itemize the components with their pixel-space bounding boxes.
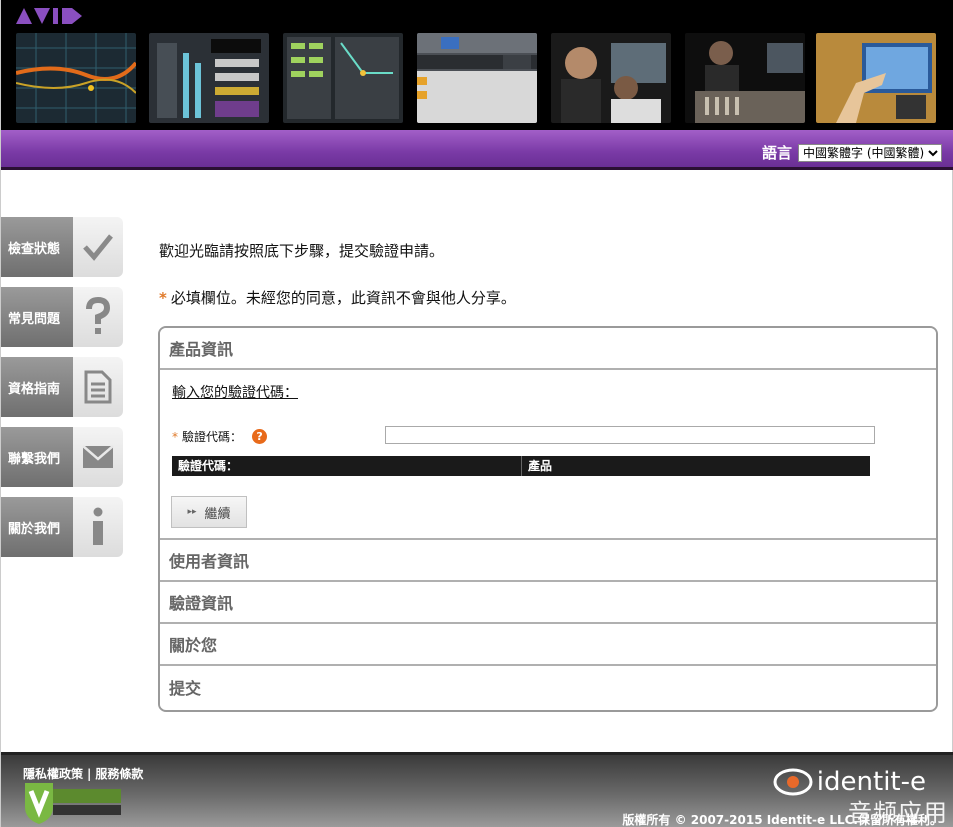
sidebar-item-eligibility-guide[interactable]: 資格指南 [1, 357, 123, 417]
section-verification-info[interactable]: 驗證資訊 [160, 582, 936, 624]
sidebar-item-label: 常見問題 [1, 287, 73, 347]
code-label-text: 驗證代碼： [182, 430, 243, 444]
verasafe-badge[interactable] [23, 781, 123, 825]
envelope-icon [73, 427, 123, 487]
intro-text: 歡迎光臨請按照底下步驟，提交驗證申請。 [159, 242, 445, 260]
terms-of-service-link[interactable]: 服務條款 [95, 767, 143, 781]
sidebar-item-label: 檢查狀態 [1, 217, 73, 277]
sidebar-item-label: 聯繫我們 [1, 427, 73, 487]
page: 語言 中國繁體字 (中國繁體) 檢查狀態 常見問題 資格指南 聯繫我們 關於我們… [0, 0, 953, 827]
table-header-product: 產品 [528, 459, 553, 473]
info-icon [73, 497, 123, 557]
header-banner [1, 0, 953, 130]
required-asterisk: * [172, 429, 178, 444]
footer-links: 隱私權政策 | 服務條款 [23, 765, 143, 782]
language-selector: 語言 中國繁體字 (中國繁體) [762, 142, 942, 163]
eye-icon [773, 768, 813, 796]
banner-image-mixer [149, 33, 269, 123]
banner-image-people [551, 33, 671, 123]
checkmark-icon [73, 217, 123, 277]
privacy-policy-link[interactable]: 隱私權政策 [23, 767, 83, 781]
banner-image-plugins [283, 33, 403, 123]
code-label: * 驗證代碼： ? [172, 428, 268, 445]
arrow-right-icon: ▸▸ [187, 507, 197, 517]
avid-logo-icon [16, 8, 82, 24]
footer-separator: | [87, 767, 92, 781]
required-note-text: 必填欄位。未經您的同意，此資訊不會與他人分享。 [170, 289, 516, 307]
banner-image-waveform [16, 33, 136, 123]
language-label: 語言 [761, 144, 792, 162]
document-icon [73, 357, 123, 417]
section-submit[interactable]: 提交 [160, 666, 936, 708]
continue-button-label: 繼續 [204, 506, 231, 522]
sidebar-item-about-us[interactable]: 關於我們 [1, 497, 123, 557]
question-icon [73, 287, 123, 347]
sidebar-item-faq[interactable]: 常見問題 [1, 287, 123, 347]
verasafe-shield-icon [25, 783, 121, 824]
copyright-text: 版權所有 © 2007-2015 Identit-e LLC.保留所有權利。 [622, 813, 942, 827]
section-about-you[interactable]: 關於您 [160, 624, 936, 666]
required-note: * 必填欄位。未經您的同意，此資訊不會與他人分享。 [159, 287, 516, 308]
table-header-code: 驗證代碼： [172, 456, 522, 476]
verification-form: 產品資訊 輸入您的驗證代碼： * 驗證代碼： ? 驗證代碼： 產品 ▸▸ 繼續 … [158, 326, 938, 712]
avid-logo[interactable] [16, 6, 86, 26]
section-user-info[interactable]: 使用者資訊 [160, 540, 936, 582]
sidebar-item-contact-us[interactable]: 聯繫我們 [1, 427, 123, 487]
sidebar-item-check-status[interactable]: 檢查狀態 [1, 217, 123, 277]
banner-image-touchscreen [816, 33, 936, 123]
sidebar-item-label: 資格指南 [1, 357, 73, 417]
section-product-info[interactable]: 產品資訊 [160, 328, 936, 370]
language-select[interactable]: 中國繁體字 (中國繁體) [798, 143, 942, 162]
language-bar: 語言 中國繁體字 (中國繁體) [1, 130, 953, 170]
code-table-header: 驗證代碼： 產品 [172, 456, 870, 476]
product-info-body: 輸入您的驗證代碼： * 驗證代碼： ? 驗證代碼： 產品 ▸▸ 繼續 [160, 370, 936, 540]
continue-button[interactable]: ▸▸ 繼續 [171, 496, 247, 528]
help-icon[interactable]: ? [252, 429, 268, 444]
verification-code-input[interactable] [385, 426, 875, 444]
banner-image-console [685, 33, 805, 123]
enter-code-title: 輸入您的驗證代碼： [172, 385, 298, 401]
required-asterisk: * [159, 289, 167, 307]
banner-image-timeline [417, 33, 537, 123]
sidebar: 檢查狀態 常見問題 資格指南 聯繫我們 關於我們 [1, 217, 123, 567]
sidebar-item-label: 關於我們 [1, 497, 73, 557]
footer: 隱私權政策 | 服務條款 identit-e 音频应用 版權所有 © 2007-20… [1, 752, 953, 827]
